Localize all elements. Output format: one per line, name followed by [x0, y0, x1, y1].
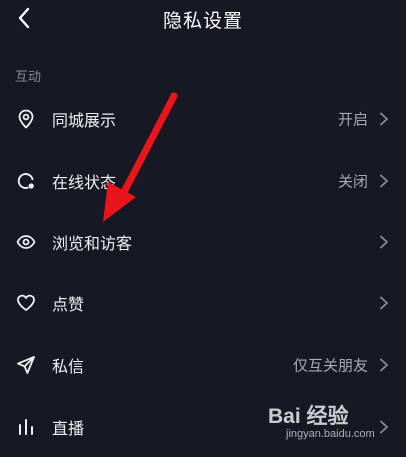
eye-icon: [16, 232, 36, 252]
row-label: 私信: [52, 357, 85, 376]
chevron-right-icon: [380, 174, 388, 188]
section-label-interaction: 互动: [15, 70, 42, 85]
chevron-right-icon: [380, 420, 388, 434]
send-icon: [16, 355, 36, 375]
row-likes[interactable]: 点赞: [0, 273, 406, 333]
location-pin-icon: [16, 109, 36, 129]
row-nearby-display[interactable]: 同城展示 开启: [0, 89, 406, 149]
row-value: 关闭: [337, 172, 368, 191]
chevron-right-icon: [380, 296, 388, 310]
row-label: 直播: [52, 419, 85, 438]
page-title: 隐私设置: [162, 10, 243, 32]
row-label: 点赞: [52, 295, 85, 314]
bar-chart-icon: [16, 417, 36, 437]
chevron-right-icon: [380, 112, 388, 126]
row-label: 同城展示: [52, 111, 117, 130]
chevron-right-icon: [380, 358, 388, 372]
row-direct-messages[interactable]: 私信 仅互关朋友: [0, 335, 406, 395]
heart-icon: [16, 293, 36, 313]
row-value: 开启: [337, 110, 368, 129]
chevron-right-icon: [380, 235, 388, 249]
online-status-icon: [16, 171, 36, 191]
row-label: 浏览和访客: [52, 234, 133, 253]
row-live-stream[interactable]: 直播: [0, 397, 406, 457]
row-views-and-visitors[interactable]: 浏览和访客: [0, 212, 406, 272]
top-bar: 隐私设置: [0, 0, 406, 38]
row-label: 在线状态: [52, 173, 117, 192]
row-online-status[interactable]: 在线状态 关闭: [0, 151, 406, 211]
row-value: 仅互关朋友: [292, 356, 368, 375]
